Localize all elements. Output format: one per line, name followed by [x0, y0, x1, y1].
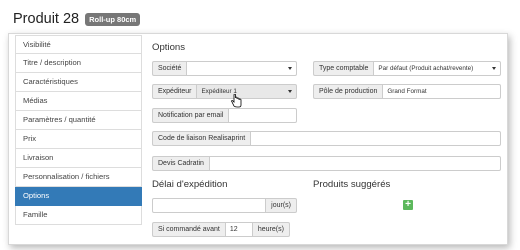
page-header: Produit 28 Roll-up 80cm	[13, 9, 141, 29]
heure-suffix: heure(s)	[252, 222, 290, 237]
pole-production-value: Grand Format	[387, 88, 427, 95]
type-comptable-label: Type comptable	[313, 61, 374, 76]
add-product-button[interactable]: +	[403, 200, 413, 210]
expediteur-label: Expéditeur	[152, 84, 197, 99]
code-liaison-input[interactable]	[250, 131, 501, 146]
notification-email-label: Notification par email	[152, 108, 229, 123]
sidebar-item-titre-description[interactable]: Titre / description	[15, 54, 142, 73]
product-edit-panel: Visibilité Titre / description Caractéri…	[8, 33, 508, 245]
jours-group: jour(s)	[152, 198, 297, 213]
type-comptable-group: Type comptable Par défaut (Produit achat…	[313, 61, 501, 76]
pole-production-group: Pôle de production Grand Format	[313, 84, 501, 99]
chevron-down-icon	[288, 67, 292, 70]
devis-cadratin-label: Devis Cadratin	[152, 156, 209, 171]
sidebar-item-prix[interactable]: Prix	[15, 130, 142, 149]
heure-input[interactable]: 12	[224, 222, 253, 237]
code-liaison-group: Code de liaison Realisaprint	[152, 131, 501, 146]
expediteur-group: Expéditeur Expéditeur 1	[152, 84, 297, 99]
sidebar-item-caracteristiques[interactable]: Caractéristiques	[15, 73, 142, 92]
heure-value: 12	[229, 226, 238, 233]
devis-cadratin-input[interactable]	[208, 156, 501, 171]
societe-group: Société	[152, 61, 297, 76]
jours-input[interactable]	[152, 198, 267, 213]
expediteur-select[interactable]: Expéditeur 1	[196, 84, 297, 99]
si-commande-group: Si commandé avant 12 heure(s)	[152, 222, 297, 237]
sidebar-nav: Visibilité Titre / description Caractéri…	[15, 35, 142, 225]
page-title: Produit 28	[13, 11, 80, 27]
sidebar-item-livraison[interactable]: Livraison	[15, 149, 142, 168]
notification-email-input[interactable]	[228, 108, 297, 123]
produits-suggeres-title: Produits suggérés	[313, 179, 391, 190]
chevron-down-icon	[492, 67, 496, 70]
delai-expedition-title: Délai d'expédition	[152, 179, 228, 190]
sidebar-item-parametres-quantite[interactable]: Paramètres / quantité	[15, 111, 142, 130]
options-title: Options	[152, 42, 186, 53]
code-liaison-label: Code de liaison Realisaprint	[152, 131, 251, 146]
sidebar-item-visibilite[interactable]: Visibilité	[15, 35, 142, 54]
hand-cursor-icon	[231, 94, 242, 108]
product-badge: Roll-up 80cm	[85, 12, 141, 26]
devis-cadratin-group: Devis Cadratin	[152, 156, 501, 171]
societe-label: Société	[152, 61, 187, 76]
jours-suffix: jour(s)	[266, 198, 297, 213]
sidebar-item-medias[interactable]: Médias	[15, 92, 142, 111]
notification-email-group: Notification par email	[152, 108, 297, 123]
societe-select[interactable]	[186, 61, 297, 76]
pole-production-input[interactable]: Grand Format	[382, 84, 501, 99]
options-content: Options Société Type comptable Par défau…	[152, 35, 507, 244]
sidebar-item-personnalisation-fichiers[interactable]: Personnalisation / fichiers	[15, 168, 142, 187]
type-comptable-value: Par défaut (Produit achat/revente)	[378, 65, 474, 72]
chevron-down-icon	[288, 90, 292, 93]
type-comptable-select[interactable]: Par défaut (Produit achat/revente)	[373, 61, 501, 76]
sidebar-item-options[interactable]: Options	[15, 187, 142, 206]
si-commande-label: Si commandé avant	[152, 222, 225, 237]
pole-production-label: Pôle de production	[313, 84, 383, 99]
sidebar-item-famille[interactable]: Famille	[15, 206, 142, 225]
